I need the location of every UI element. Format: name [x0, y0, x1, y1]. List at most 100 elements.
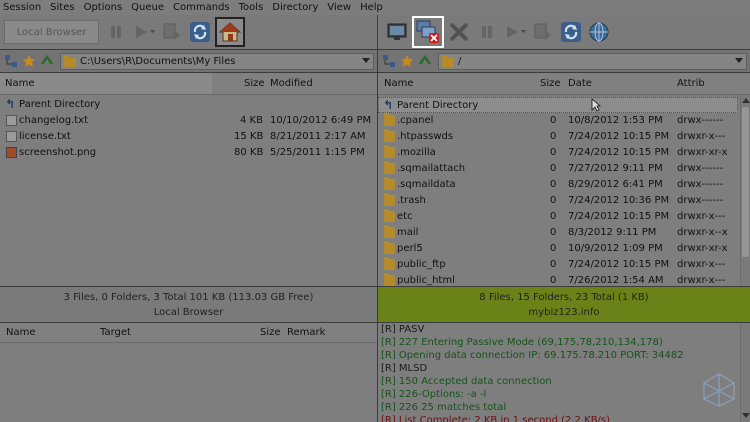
menu-help[interactable]: Help — [360, 2, 383, 13]
pause-button[interactable] — [103, 19, 129, 45]
play-button[interactable] — [131, 19, 157, 45]
pause-icon — [111, 26, 121, 38]
chevron-down-icon[interactable] — [362, 57, 370, 63]
folder-attrib: drwx------ — [677, 195, 724, 206]
favorites-star-icon[interactable] — [400, 54, 414, 68]
menu-options[interactable]: Options — [84, 2, 123, 13]
parent-directory-row[interactable]: ↰ Parent Directory — [378, 97, 738, 113]
remote-transfer-button[interactable] — [530, 19, 556, 45]
folder-date: 10/8/2012 1:53 PM — [568, 115, 663, 126]
scroll-down-icon[interactable] — [742, 413, 750, 418]
remote-play-button[interactable] — [502, 19, 528, 45]
abort-button[interactable] — [446, 19, 472, 45]
folder-row[interactable]: .cpanel 0 10/8/2012 1:53 PM drwx------ — [378, 113, 738, 129]
file-modified: 5/25/2011 1:15 PM — [270, 147, 365, 158]
folder-row[interactable]: .sqmaildata 0 8/29/2012 6:41 PM drwx------ — [378, 177, 738, 193]
folder-row[interactable]: public_html 0 7/26/2012 1:54 AM drwxr-x--- — [378, 273, 738, 286]
menu-view[interactable]: View — [327, 2, 351, 13]
folder-date: 10/9/2012 1:09 PM — [568, 243, 663, 254]
queue-column-target[interactable]: Target — [100, 327, 131, 338]
queue-column-size[interactable]: Size — [260, 327, 281, 338]
favorites-star-icon[interactable] — [22, 54, 36, 68]
home-button[interactable] — [215, 17, 245, 47]
local-browser-button[interactable]: Local Browser — [4, 20, 99, 44]
remote-status-host: mybiz123.info — [528, 306, 600, 318]
column-date[interactable]: Date — [568, 78, 592, 89]
file-row[interactable]: changelog.txt 4 KB 10/10/2012 6:49 PM — [0, 113, 377, 129]
log-scrollbar[interactable] — [740, 323, 750, 422]
folder-icon — [384, 145, 395, 158]
mouse-cursor-icon — [591, 98, 601, 112]
disconnect-button[interactable] — [412, 16, 444, 48]
menu-tools[interactable]: Tools — [239, 2, 264, 13]
column-attrib[interactable]: Attrib — [677, 78, 705, 89]
local-path-input[interactable]: C:\Users\R\Documents\My Files — [60, 52, 374, 70]
folder-date: 7/27/2012 9:11 PM — [568, 163, 663, 174]
folder-name: .mozilla — [397, 147, 436, 158]
globe-button[interactable] — [586, 19, 612, 45]
folder-attrib: drwxr-x--- — [677, 259, 726, 270]
folder-attrib: drwxr-x--- — [677, 131, 726, 142]
remote-pause-button[interactable] — [474, 19, 500, 45]
file-row[interactable]: screenshot.png 80 KB 5/25/2011 1:15 PM — [0, 145, 377, 161]
file-row[interactable]: license.txt 15 KB 8/21/2011 2:17 AM — [0, 129, 377, 145]
folder-icon — [384, 161, 395, 174]
file-size: 4 KB — [240, 115, 263, 126]
folder-row[interactable]: perl5 0 10/9/2012 1:09 PM drwxr-xr-x — [378, 241, 738, 257]
menu-sites[interactable]: Sites — [50, 2, 74, 13]
log-line: [R] Opening data connection IP: 69.175.7… — [381, 350, 684, 361]
log-line: [R] PASV — [381, 324, 425, 335]
menu-directory[interactable]: Directory — [272, 2, 318, 13]
scroll-up-icon[interactable] — [742, 98, 750, 103]
column-size[interactable]: Size — [244, 78, 265, 89]
remote-toolbar — [378, 15, 750, 49]
folder-size: 0 — [550, 115, 557, 126]
local-file-list: Name Size Modified ↰ Parent Directory ch… — [0, 73, 377, 286]
folder-row[interactable]: .mozilla 0 7/24/2012 10:15 PM drwxr-xr-x — [378, 145, 738, 161]
folder-attrib: drwx------ — [677, 163, 724, 174]
menu-commands[interactable]: Commands — [173, 2, 230, 13]
folder-row[interactable]: .trash 0 7/24/2012 10:36 PM drwx------ — [378, 193, 738, 209]
column-modified[interactable]: Modified — [270, 78, 313, 89]
transfer-icon — [534, 23, 551, 40]
menu-session[interactable]: Session — [3, 2, 41, 13]
sites-icon[interactable] — [382, 54, 396, 68]
transfer-button[interactable] — [159, 19, 185, 45]
log-line: [R] 226 25 matches total — [381, 402, 507, 413]
folder-size: 0 — [550, 179, 557, 190]
transfer-queue: Name Target Size Remark — [0, 323, 377, 422]
folder-attrib: drwxr-xr-x — [677, 147, 728, 158]
text-file-icon — [6, 115, 17, 126]
column-name[interactable]: Name — [384, 78, 414, 89]
column-size[interactable]: Size — [540, 78, 561, 89]
queue-column-remark[interactable]: Remark — [287, 327, 325, 338]
folder-date: 7/24/2012 10:15 PM — [568, 211, 670, 222]
refresh-button[interactable] — [187, 19, 213, 45]
scroll-thumb[interactable] — [742, 107, 749, 257]
file-size: 80 KB — [234, 147, 264, 158]
log-line: [R] List Complete: 2 KB in 1 second (2.2… — [381, 415, 611, 422]
chevron-down-icon[interactable] — [735, 57, 743, 63]
folder-icon — [384, 129, 395, 142]
sites-icon[interactable] — [4, 54, 18, 68]
remote-file-list: Name Size Date Attrib ↰ Parent Directory… — [378, 73, 750, 286]
folder-size: 0 — [550, 227, 557, 238]
folder-row[interactable]: mail 0 8/3/2012 9:11 PM drwxr-x--x — [378, 225, 738, 241]
folder-row[interactable]: .htpasswds 0 7/24/2012 10:15 PM drwxr-x--- — [378, 129, 738, 145]
menu-queue[interactable]: Queue — [131, 2, 164, 13]
up-arrow-icon: ↰ — [5, 97, 16, 111]
parent-directory-row[interactable]: ↰ Parent Directory — [0, 97, 377, 113]
folder-row[interactable]: etc 0 7/24/2012 10:15 PM drwxr-x--- — [378, 209, 738, 225]
column-name[interactable]: Name — [5, 78, 35, 89]
folder-icon — [384, 257, 395, 270]
folder-row[interactable]: public_ftp 0 7/24/2012 10:15 PM drwxr-x--- — [378, 257, 738, 273]
up-folder-icon[interactable] — [40, 54, 54, 68]
connect-button[interactable] — [384, 19, 410, 45]
remote-path-bar: / — [378, 50, 750, 72]
remote-path-input[interactable]: / — [438, 52, 747, 70]
remote-scrollbar[interactable] — [740, 95, 750, 286]
remote-refresh-button[interactable] — [558, 19, 584, 45]
queue-column-name[interactable]: Name — [6, 327, 36, 338]
folder-row[interactable]: .sqmailattach 0 7/27/2012 9:11 PM drwx-----… — [378, 161, 738, 177]
up-folder-icon[interactable] — [418, 54, 432, 68]
